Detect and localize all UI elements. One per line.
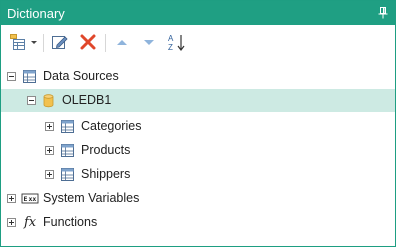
- collapse-toggle[interactable]: [27, 96, 36, 105]
- tree-item-label: Products: [81, 143, 131, 157]
- svg-text:A: A: [168, 34, 174, 43]
- expand-toggle[interactable]: [45, 146, 54, 155]
- tree-item-table[interactable]: Shippers: [1, 163, 395, 186]
- tree-item-functions[interactable]: fx Functions: [1, 211, 395, 234]
- sort-az-button[interactable]: A Z: [168, 33, 186, 52]
- svg-text:xx: xx: [29, 195, 37, 203]
- panel-titlebar: Dictionary: [1, 1, 395, 25]
- edit-button[interactable]: [51, 33, 69, 51]
- tree-item-system-variables[interactable]: E xx System Variables: [1, 187, 395, 210]
- expand-toggle[interactable]: [7, 218, 16, 227]
- svg-text:Z: Z: [168, 43, 173, 52]
- tree-item-label: Data Sources: [43, 69, 119, 83]
- tree-item-data-sources[interactable]: Data Sources: [1, 65, 395, 88]
- toolbar-separator: [43, 34, 44, 52]
- delete-button[interactable]: [79, 33, 97, 51]
- data-sources-icon: [22, 69, 37, 84]
- new-item-dropdown-button[interactable]: [9, 33, 39, 51]
- panel-title: Dictionary: [7, 5, 65, 21]
- tree-item-oledb1[interactable]: OLEDB1: [1, 89, 395, 112]
- functions-icon: fx: [24, 215, 37, 230]
- collapse-toggle[interactable]: [7, 72, 16, 81]
- table-icon: [60, 143, 75, 158]
- tree-item-label: System Variables: [43, 191, 140, 205]
- system-variables-icon: E xx: [21, 191, 39, 206]
- table-icon: [60, 167, 75, 182]
- tree-item-label: Functions: [43, 215, 98, 229]
- expand-toggle[interactable]: [45, 122, 54, 131]
- dictionary-panel: Dictionary A Z Data Sources OLEDB1 Categ…: [0, 0, 396, 247]
- tree-item-label: Shippers: [81, 167, 131, 181]
- expand-toggle[interactable]: [7, 194, 16, 203]
- table-icon: [60, 119, 75, 134]
- svg-text:E: E: [24, 195, 28, 203]
- move-down-button[interactable]: [140, 33, 158, 51]
- toolbar: A Z: [1, 25, 395, 59]
- move-up-button[interactable]: [113, 33, 131, 51]
- tree-item-table[interactable]: Categories: [1, 115, 395, 138]
- tree-item-table[interactable]: Products: [1, 139, 395, 162]
- tree-item-label: Categories: [81, 119, 142, 133]
- database-icon: [41, 93, 56, 108]
- expand-toggle[interactable]: [45, 170, 54, 179]
- tree-item-label: OLEDB1: [62, 93, 112, 107]
- toolbar-separator: [105, 34, 106, 52]
- pin-icon[interactable]: [378, 7, 388, 19]
